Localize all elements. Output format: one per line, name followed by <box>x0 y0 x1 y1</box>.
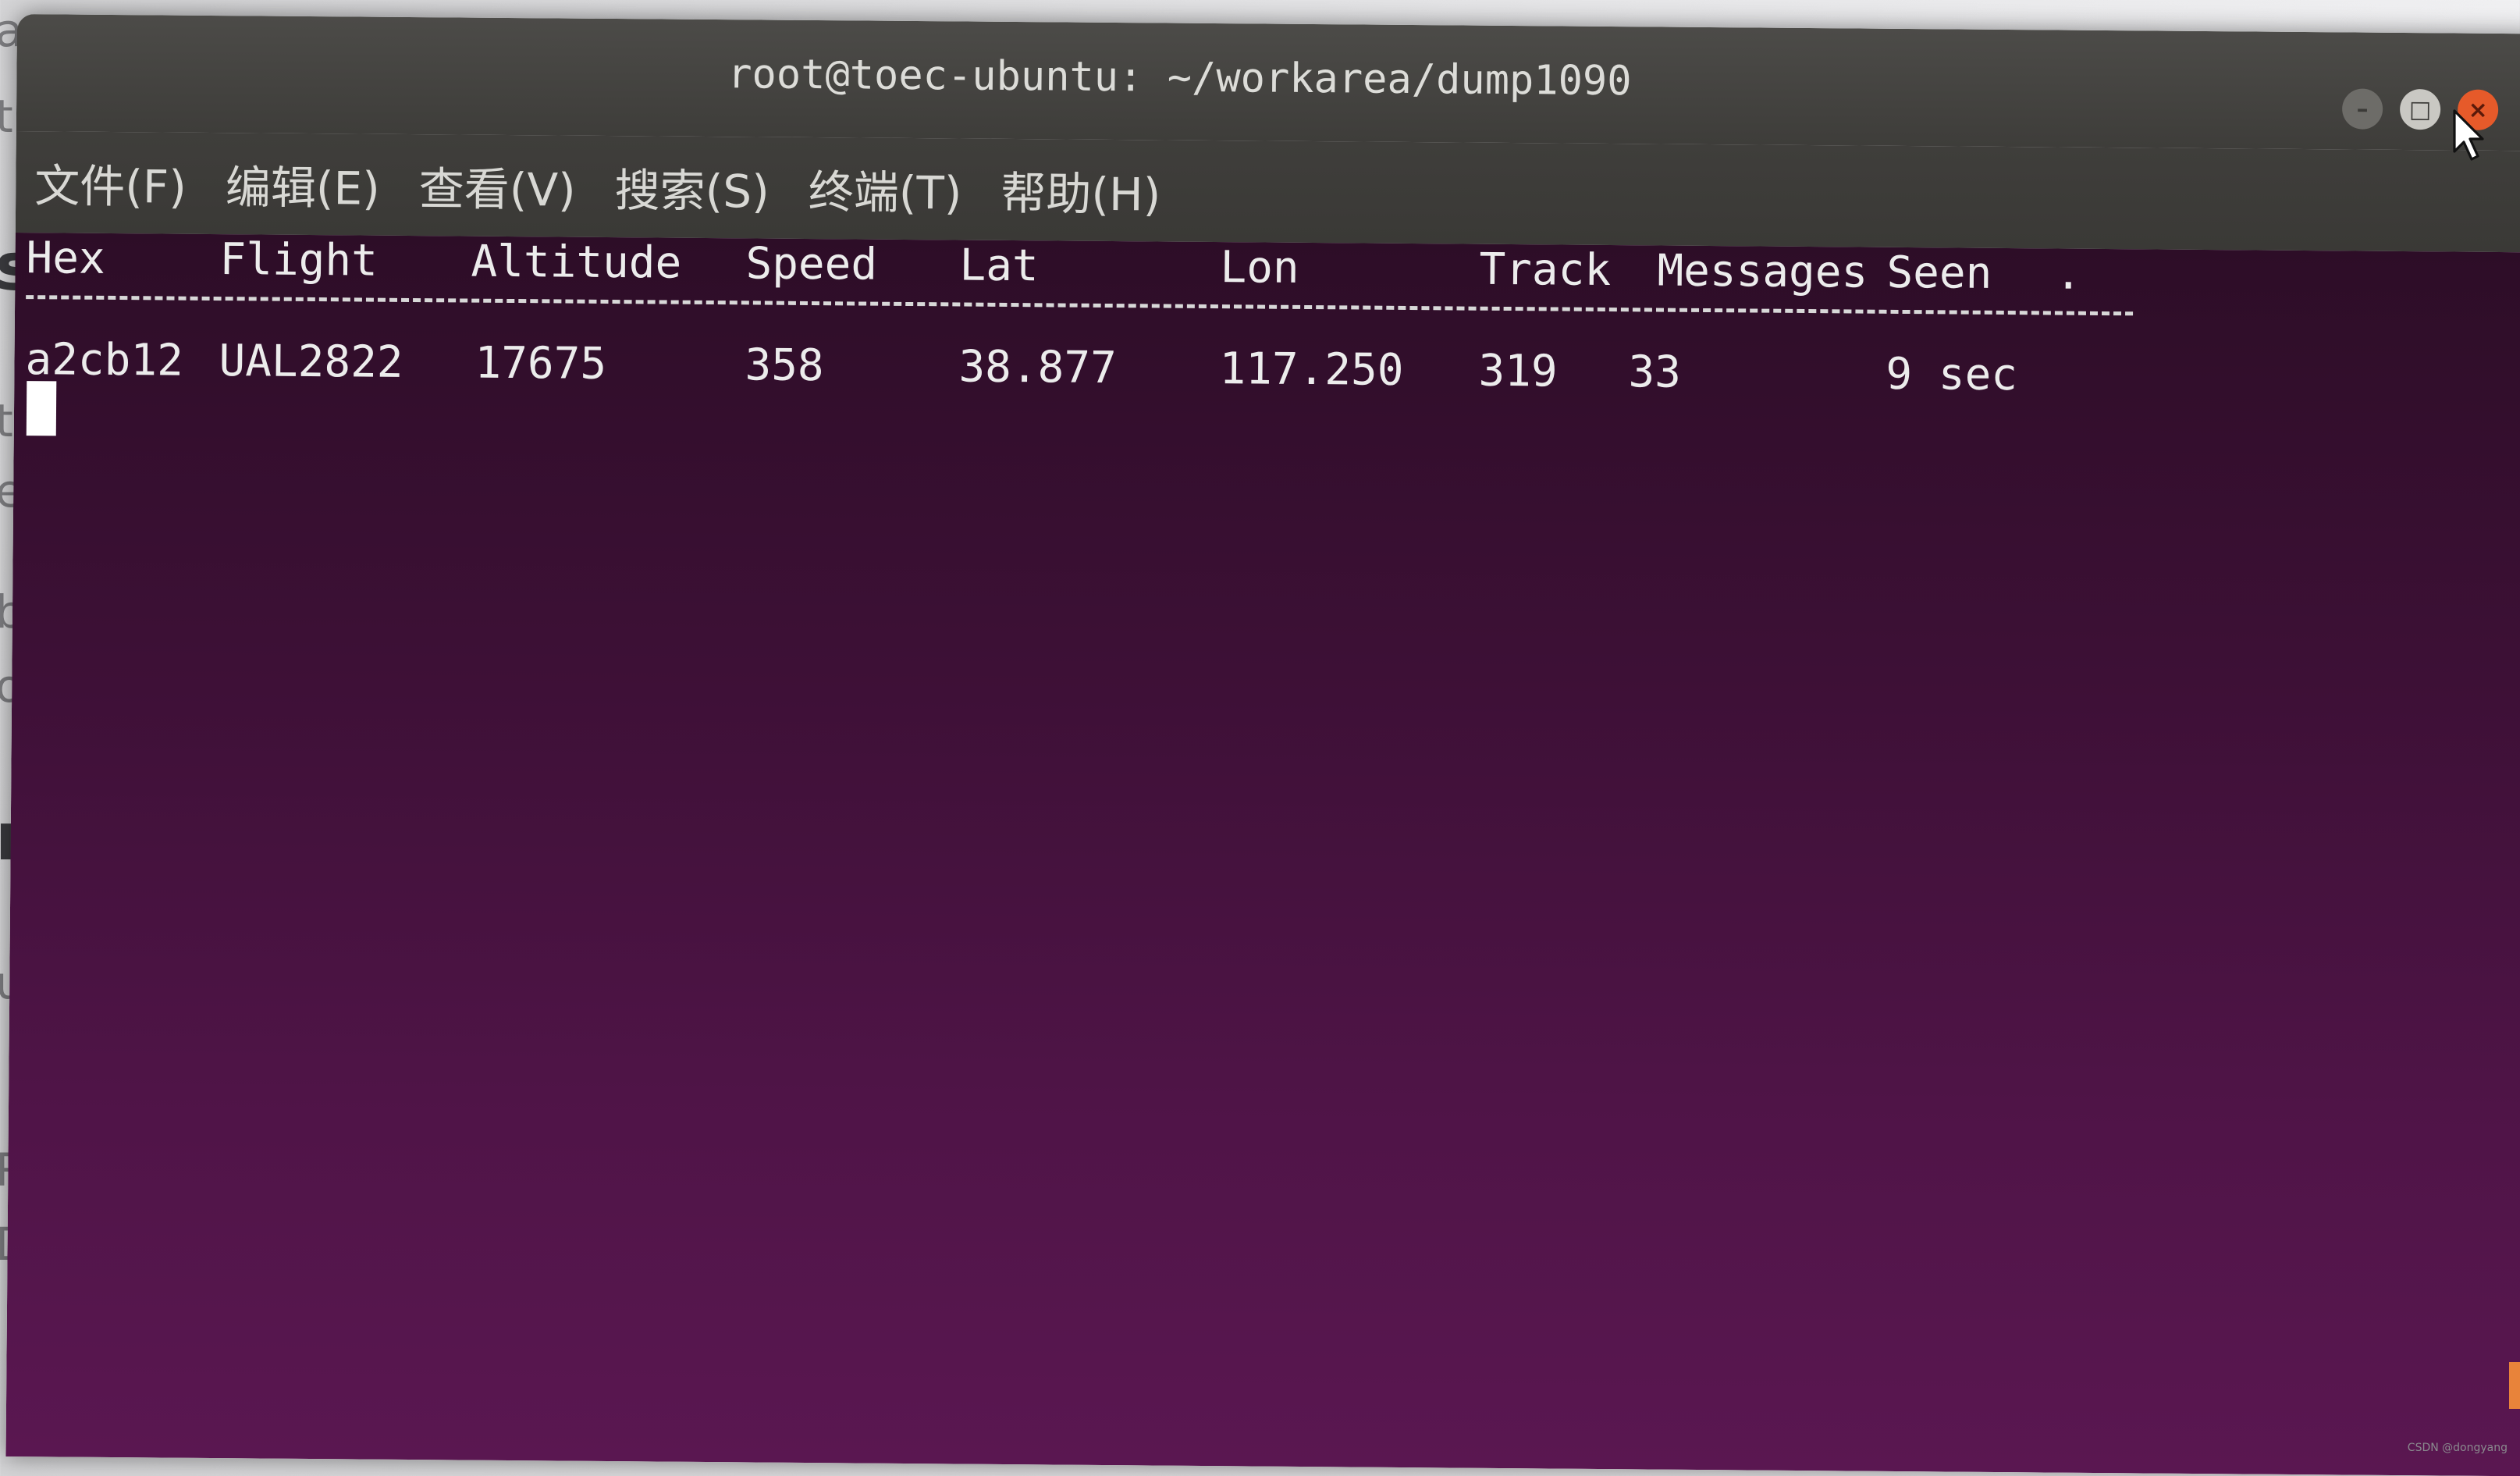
column-header-messages: Messages <box>1657 245 1868 298</box>
menu-terminal[interactable]: 终端(T) <box>808 155 962 222</box>
cell-hex: a2cb12 <box>25 334 184 386</box>
column-header-track: Track <box>1479 244 1612 297</box>
menu-view[interactable]: 查看(V) <box>418 152 576 219</box>
cell-lat: 38.877 <box>958 341 1118 394</box>
column-header-hex: Hex <box>26 233 105 284</box>
menu-search[interactable]: 搜索(S) <box>614 154 770 221</box>
column-header-lat: Lat <box>959 240 1039 292</box>
column-header-dot: . <box>2055 248 2082 300</box>
terminal-window: root@toec-ubuntu: ~/workarea/dump1090 – … <box>5 14 2520 1476</box>
cell-flight: UAL2822 <box>219 336 403 388</box>
terminal-output[interactable]: Hex Flight Altitude Speed Lat Lon Track … <box>5 232 2520 1476</box>
bg-text-fragment: t <box>0 394 13 447</box>
cell-messages: 33 <box>1628 347 1682 398</box>
window-title: root@toec-ubuntu: ~/workarea/dump1090 <box>727 51 1632 105</box>
menu-file[interactable]: 文件(F) <box>34 149 187 216</box>
column-header-lon: Lon <box>1220 242 1299 293</box>
cell-seen: 9 sec <box>1886 348 2018 401</box>
column-header-altitude: Altitude <box>471 236 682 289</box>
menu-bar: 文件(F) 编辑(E) 查看(V) 搜索(S) 终端(T) 帮助(H) <box>15 130 2520 253</box>
background-window-edge <box>2509 1362 2520 1409</box>
cell-altitude: 17675 <box>474 337 607 389</box>
column-header-flight: Flight <box>219 234 379 286</box>
title-bar[interactable]: root@toec-ubuntu: ~/workarea/dump1090 – … <box>16 14 2520 151</box>
text-cursor <box>26 381 57 436</box>
bg-text-fragment: t <box>0 90 13 143</box>
column-header-speed: Speed <box>745 238 878 290</box>
column-header-seen: Seen <box>1886 247 1992 299</box>
header-row: Hex Flight Altitude Speed Lat Lon Track … <box>26 233 2081 300</box>
cell-track: 319 <box>1478 345 1558 397</box>
mouse-pointer-icon <box>2453 109 2484 161</box>
watermark: CSDN @dongyang <box>2407 1442 2508 1454</box>
cell-speed: 358 <box>745 340 824 392</box>
menu-help[interactable]: 帮助(H) <box>1001 157 1161 224</box>
cell-lon: 117.250 <box>1219 343 1404 396</box>
maximize-button[interactable]: □ <box>2399 88 2441 130</box>
menu-edit[interactable]: 编辑(E) <box>226 151 381 218</box>
table-row: a2cb12 UAL2822 17675 358 38.877 117.250 … <box>25 334 2017 400</box>
minimize-button[interactable]: – <box>2341 88 2383 130</box>
dashed-separator <box>26 295 2134 316</box>
